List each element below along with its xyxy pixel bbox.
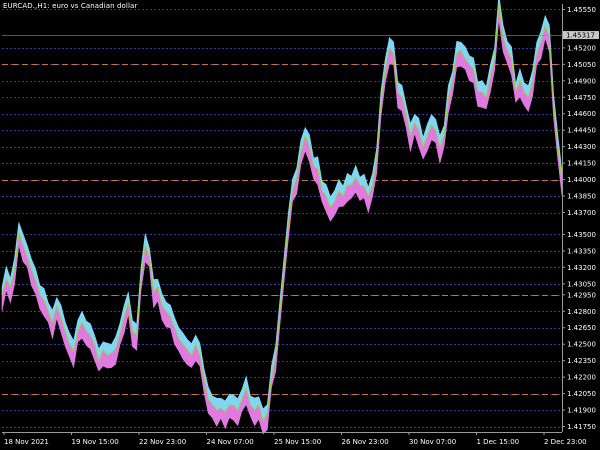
price-tick-label: 1.44300 [567, 143, 596, 151]
price-tick-label: 1.42050 [567, 390, 596, 398]
price-tick-label: 1.43500 [567, 231, 596, 239]
price-tick-label: 1.45550 [567, 6, 596, 14]
time-tick-label: 19 Nov 15:00 [72, 438, 119, 446]
price-tick-label: 1.45050 [567, 61, 596, 69]
price-tick-label: 1.42650 [567, 324, 596, 332]
price-line [1, 3, 563, 423]
time-tick-label: 1 Dec 15:00 [477, 438, 520, 446]
time-tick-label: 25 Nov 15:00 [274, 438, 321, 446]
price-tick-label: 1.45200 [567, 44, 596, 52]
price-tick-label: 1.42350 [567, 357, 596, 365]
time-tick-label: 2 Dec 23:00 [544, 438, 587, 446]
time-tick-label: 18 Nov 2021 [4, 438, 49, 446]
price-tick-label: 1.43050 [567, 280, 596, 288]
time-tick-label: 30 Nov 07:00 [409, 438, 456, 446]
price-tick-label: 1.44000 [567, 176, 596, 184]
time-tick-label: 26 Nov 23:00 [342, 438, 389, 446]
band-layer [1, 0, 563, 435]
price-tick-label: 1.42500 [567, 341, 596, 349]
price-tick-label: 1.44900 [567, 77, 596, 85]
line-layer [1, 3, 563, 423]
upper-band [1, 0, 563, 422]
price-tick-label: 1.41900 [567, 407, 596, 415]
lower-band [1, 3, 563, 435]
price-tick-label: 1.43850 [567, 193, 596, 201]
time-tick-label: 24 Nov 07:00 [207, 438, 254, 446]
price-tick-label: 1.44600 [567, 110, 596, 118]
price-tick-label: 1.43700 [567, 209, 596, 217]
price-tick-label: 1.42950 [567, 291, 596, 299]
price-chart[interactable]: 1.45550 1.45200 1.45050 1.44900 1.44750 1.446… [0, 0, 600, 450]
price-tick-label: 1.43200 [567, 264, 596, 272]
price-tick-label: 1.44150 [567, 160, 596, 168]
current-price-label: 1.45317 [566, 32, 595, 40]
axis-layer: 1.45550 1.45200 1.45050 1.44900 1.44750 1.446… [2, 4, 599, 446]
chart-title: EURCAD.,H1: euro vs Canadian dollar [3, 2, 138, 10]
price-tick-label: 1.43350 [567, 247, 596, 255]
time-tick-label: 22 Nov 23:00 [139, 438, 186, 446]
price-tick-label: 1.44450 [567, 127, 596, 135]
price-tick-label: 1.41750 [567, 423, 596, 431]
grid-layer [2, 9, 562, 428]
price-tick-label: 1.42200 [567, 374, 596, 382]
chart-window[interactable]: 1.45550 1.45200 1.45050 1.44900 1.44750 1.446… [0, 0, 600, 450]
price-tick-label: 1.44750 [567, 94, 596, 102]
price-tick-label: 1.42800 [567, 308, 596, 316]
